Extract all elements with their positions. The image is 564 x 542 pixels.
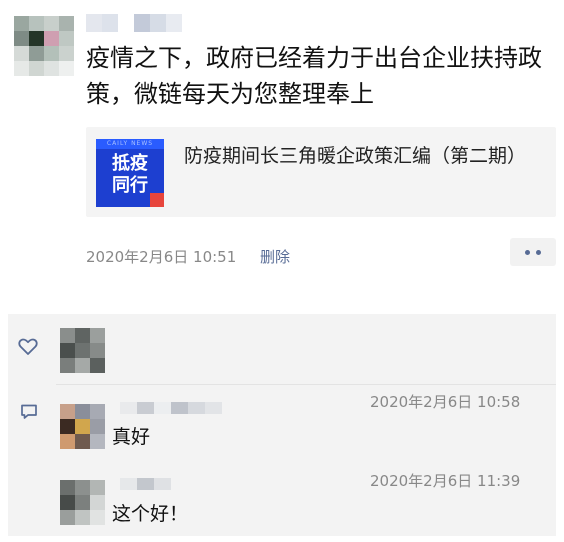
comment-bubble-icon: [20, 404, 38, 420]
thumbnail-subtitle: CAILY NEWS: [106, 140, 154, 147]
thumbnail-line-1: 抵疫: [112, 153, 148, 174]
article-title: 防疫期间长三角暖企政策汇编（第二期）: [184, 145, 527, 167]
comment-time: 2020年2月6日 11:39: [370, 472, 521, 490]
poster-avatar[interactable]: [14, 16, 74, 76]
more-dots-icon: [510, 238, 556, 266]
interaction-panel: 2020年2月6日 10:58 真好 2020年2月6日 11:39 这个好！: [8, 314, 556, 536]
divider: [56, 384, 556, 385]
commenter-name[interactable]: [120, 402, 224, 414]
shared-article-card[interactable]: CAILY NEWS 抵疫 同行 防疫期间长三角暖企政策汇编（第二期）: [86, 127, 556, 217]
post-timestamp: 2020年2月6日 10:51: [86, 248, 237, 266]
delete-link[interactable]: 删除: [260, 246, 290, 267]
commenter-name[interactable]: [120, 478, 172, 490]
liker-avatar[interactable]: [60, 328, 105, 373]
commenter-avatar[interactable]: [60, 480, 105, 525]
poster-name[interactable]: [86, 14, 182, 32]
heart-outline-icon: [18, 338, 38, 356]
comment-text[interactable]: 真好: [112, 422, 150, 449]
more-button[interactable]: [510, 238, 556, 266]
commenter-avatar[interactable]: [60, 404, 105, 449]
article-thumbnail: CAILY NEWS 抵疫 同行: [96, 139, 164, 207]
comment-text[interactable]: 这个好！: [112, 499, 188, 526]
comment-time: 2020年2月6日 10:58: [370, 393, 521, 411]
post-text: 疫情之下，政府已经着力于出台企业扶持政策，微链每天为您整理奉上: [86, 44, 542, 108]
